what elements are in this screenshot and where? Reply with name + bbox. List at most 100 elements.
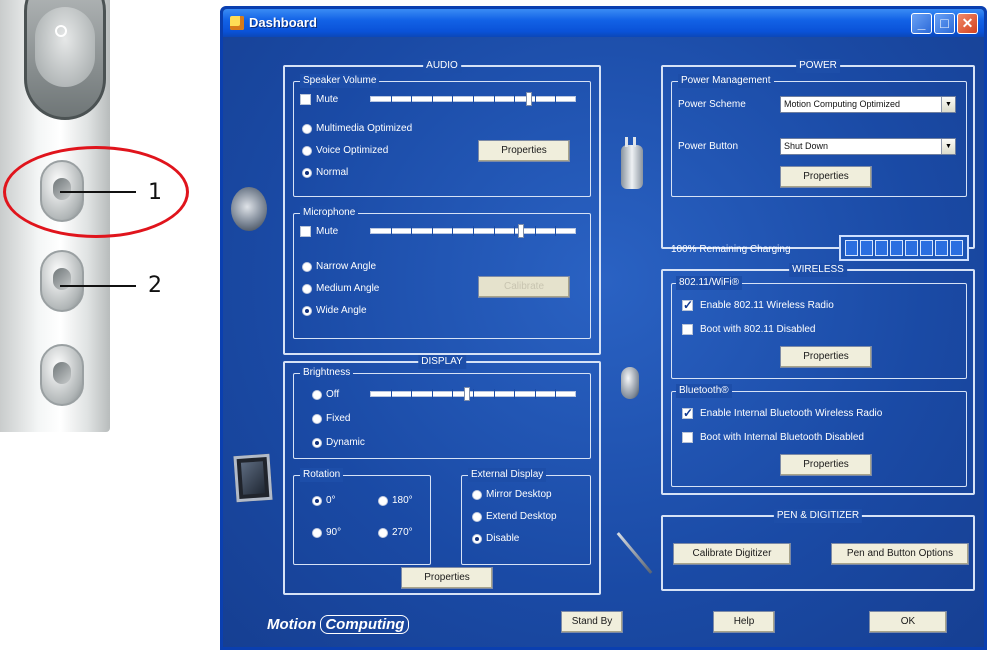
voice-optimized-radio[interactable] [302,146,312,156]
slider-tick [432,389,433,399]
multimedia-optimized-label: Multimedia Optimized [316,123,413,134]
speaker-volume-slider[interactable] [370,92,576,106]
slider-tick [452,226,453,236]
close-button[interactable]: ✕ [957,13,978,34]
wireless-group: WIRELESS 802.11/WiFi® Enable 802.11 Wire… [661,263,975,495]
slider-tick [432,94,433,104]
brightness-group: Brightness Off Fixed Dynamic [293,366,591,459]
brightness-dynamic-label: Dynamic [326,437,365,448]
figure: 1 2 Dashboard _ □ ✕ AUDIO Speaker Volume [0,0,987,650]
battery-cell [935,240,948,256]
slider-tick [391,226,392,236]
slider-tick [432,226,433,236]
disable-radio[interactable] [472,534,482,544]
power-management-title: Power Management [678,74,774,88]
rotation-90-label: 90° [326,527,342,538]
speaker-mute-checkbox[interactable] [300,94,311,105]
slider-thumb[interactable] [518,224,524,238]
battery-cell [905,240,918,256]
multimedia-optimized-radio[interactable] [302,124,312,134]
brightness-dynamic-radio[interactable] [312,438,322,448]
slider-tick [494,389,495,399]
battery-cell [890,240,903,256]
slider-tick [473,94,474,104]
callout-number-1: 1 [148,180,162,205]
slider-tick [535,226,536,236]
wireless-group-title: WIRELESS [789,263,847,277]
power-properties-button[interactable]: Properties [780,166,872,188]
slider-tick [411,389,412,399]
rotation-90-radio[interactable] [312,528,322,538]
maximize-button[interactable]: □ [934,13,955,34]
wide-angle-radio[interactable] [302,306,312,316]
rotation-270-radio[interactable] [378,528,388,538]
enable-bluetooth-label: Enable Internal Bluetooth Wireless Radio [700,408,883,419]
standby-button[interactable]: Stand By [561,611,623,633]
narrow-angle-radio[interactable] [302,262,312,272]
mirror-desktop-label: Mirror Desktop [486,489,552,500]
power-scheme-dropdown[interactable]: Motion Computing Optimized ▼ [780,96,956,113]
wireless-icon [621,367,639,399]
enable-wifi-label: Enable 802.11 Wireless Radio [700,300,834,311]
button-glyph-icon [53,362,71,384]
minimize-icon: _ [917,15,926,31]
disable-label: Disable [486,533,520,544]
wifi-properties-button[interactable]: Properties [780,346,872,368]
brightness-slider[interactable] [370,387,576,401]
display-properties-button[interactable]: Properties [401,567,493,589]
slider-tick [473,226,474,236]
rotation-180-radio[interactable] [378,496,388,506]
normal-radio[interactable] [302,168,312,178]
medium-angle-radio[interactable] [302,284,312,294]
title-bar[interactable]: Dashboard _ □ ✕ [223,9,984,37]
power-button-label: Power Button [678,141,739,152]
ok-button[interactable]: OK [869,611,947,633]
microphone-level-slider[interactable] [370,224,576,238]
power-group: POWER Power Management Power Scheme Moti… [661,59,975,261]
chevron-down-icon: ▼ [941,139,955,154]
boot-wifi-disabled-checkbox[interactable] [682,324,693,335]
calibrate-digitizer-button[interactable]: Calibrate Digitizer [673,543,791,565]
power-scheme-label: Power Scheme [678,99,746,110]
navigation-dpad [24,0,106,120]
slider-tick [391,94,392,104]
close-icon: ✕ [961,15,974,31]
power-scheme-value: Motion Computing Optimized [784,99,901,109]
speaker-icon [231,187,267,231]
boot-bluetooth-disabled-checkbox[interactable] [682,432,693,443]
enable-bluetooth-checkbox[interactable] [682,406,693,420]
audio-group-title: AUDIO [423,59,461,73]
external-display-title: External Display [468,468,547,482]
window-title: Dashboard [249,15,317,30]
slider-thumb[interactable] [464,387,470,401]
motion-computing-logo: Motion Computing [267,615,410,634]
slider-tick [391,389,392,399]
bluetooth-properties-button[interactable]: Properties [780,454,872,476]
microphone-mute-checkbox[interactable] [300,226,311,237]
rotation-0-radio[interactable] [312,496,322,506]
hardware-button-2 [40,250,84,312]
brightness-fixed-label: Fixed [326,413,351,424]
voice-optimized-label: Voice Optimized [316,145,389,156]
speaker-volume-group: Speaker Volume Mute Multimedia Optimized… [293,74,591,197]
slider-tick [514,94,515,104]
help-button[interactable]: Help [713,611,775,633]
battery-cell [860,240,873,256]
extend-desktop-radio[interactable] [472,512,482,522]
pen-button-options-button[interactable]: Pen and Button Options [831,543,969,565]
slider-tick [411,94,412,104]
brightness-off-radio[interactable] [312,390,322,400]
enable-wifi-checkbox[interactable] [682,298,693,312]
tablet-icon [233,453,273,503]
calibrate-microphone-button[interactable]: Calibrate [478,276,570,298]
brightness-title: Brightness [300,366,354,380]
power-button-dropdown[interactable]: Shut Down ▼ [780,138,956,155]
mirror-desktop-radio[interactable] [472,490,482,500]
app-icon [230,16,244,30]
minimize-button[interactable]: _ [911,13,932,34]
microphone-mute-label: Mute [316,226,339,237]
brightness-fixed-radio[interactable] [312,414,322,424]
speaker-properties-button[interactable]: Properties [478,140,570,162]
callout-line-2 [60,285,136,287]
slider-thumb[interactable] [526,92,532,106]
